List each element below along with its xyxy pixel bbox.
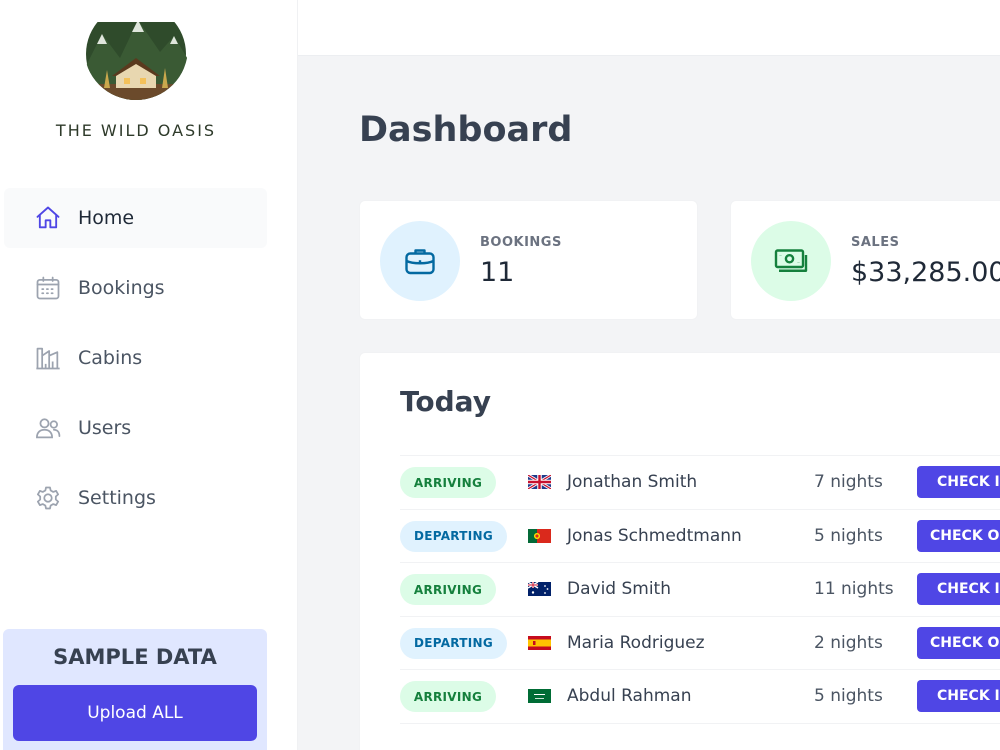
check-in-button[interactable]: CHECK IN [917,573,1000,605]
flag-pt-icon [528,528,551,543]
status-badge: ARRIVING [400,574,496,605]
status-badge: ARRIVING [400,681,496,712]
guest-name: Maria Rodriguez [567,632,705,653]
stat-icon-wrap [751,221,831,301]
sample-data-title: SAMPLE DATA [53,645,217,669]
guest-name: Jonathan Smith [567,472,698,492]
brand-name: THE WILD OASIS [55,121,217,140]
list-item: DEPARTING Jonas Schmedtmann 5 nights CHE… [400,510,1000,563]
list-item: ARRIVING Abdul Rahman 5 nights CHECK IN [400,670,1000,724]
flag-sa-icon [528,689,551,703]
flag-gb-icon [528,475,551,489]
sidebar-item-label: Bookings [78,277,165,299]
today-list: ARRIVING Jonathan Smith 7 nights CHECK I… [400,455,1000,724]
status-badge: ARRIVING [400,467,496,498]
status-badge: DEPARTING [400,627,507,659]
status-badge: DEPARTING [400,520,507,552]
flag-au-icon [528,582,551,596]
check-in-button[interactable]: CHECK IN [917,466,1000,498]
stat-value: $33,285.00 [851,257,1000,288]
briefcase-icon [405,249,435,275]
banknotes-icon [774,249,808,272]
guest-name: Abdul Rahman [567,686,692,706]
list-item: DEPARTING Maria Rodriguez 2 nights CHECK… [400,617,1000,670]
stat-label: SALES [851,235,900,250]
stat-card-bookings: BOOKINGS 11 [359,200,698,320]
today-title: Today [400,385,491,418]
users-icon [36,418,61,439]
sidebar-item-bookings[interactable]: Bookings [4,258,267,318]
cabin-icon [36,347,60,370]
sidebar-item-cabins[interactable]: Cabins [4,328,267,388]
list-item: ARRIVING David Smith 11 nights CHECK IN [400,563,1000,617]
sidebar-item-label: Home [78,207,135,229]
main-nav: Home Bookings Cabins Users Settings [4,188,267,538]
guest-name: Jonas Schmedtmann [567,525,742,546]
stat-value: 11 [480,257,515,288]
upload-all-button[interactable]: Upload ALL [13,685,257,741]
sidebar-item-label: Settings [78,487,156,509]
page-title: Dashboard [359,110,573,150]
sidebar-item-label: Users [78,417,132,439]
mountain-cabin-logo[interactable] [80,18,192,106]
calendar-icon [36,276,60,300]
check-out-button[interactable]: CHECK OUT [917,626,1000,659]
sidebar-item-settings[interactable]: Settings [4,468,267,528]
nights: 2 nights [814,632,883,653]
sidebar-item-home[interactable]: Home [4,188,267,248]
list-item: ARRIVING Jonathan Smith 7 nights CHECK I… [400,456,1000,510]
home-icon [36,206,60,229]
flag-es-icon [528,635,551,650]
check-in-button[interactable]: CHECK IN [917,680,1000,712]
sidebar: THE WILD OASIS Home Bookings Cabins User… [0,0,298,750]
stat-label: BOOKINGS [480,235,562,250]
nights: 11 nights [814,579,894,599]
nights: 7 nights [814,472,883,492]
nights: 5 nights [814,686,883,706]
top-bar [298,0,1000,56]
check-out-button[interactable]: CHECK OUT [917,519,1000,552]
stat-card-sales: SALES $33,285.00 [730,200,1000,320]
sidebar-item-label: Cabins [78,347,143,369]
sidebar-item-users[interactable]: Users [4,398,267,458]
sample-data-panel: SAMPLE DATA Upload ALL [3,629,267,750]
stat-icon-wrap [380,221,460,301]
guest-name: David Smith [567,579,672,599]
nights: 5 nights [814,525,883,546]
gear-icon [36,486,60,510]
today-panel: Today ARRIVING Jonathan Smith 7 nights C… [359,352,1000,750]
